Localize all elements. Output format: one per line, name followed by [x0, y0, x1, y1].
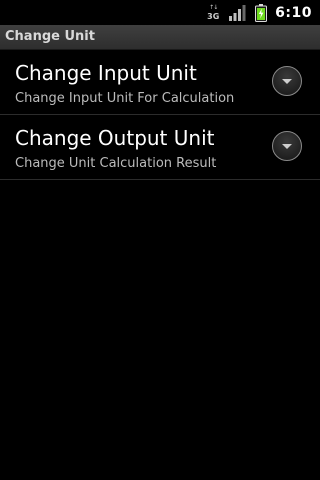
page-title: Change Unit: [5, 29, 95, 44]
preference-title: Change Output Unit: [15, 126, 215, 150]
status-clock: 6:10: [275, 4, 312, 21]
network-arrows: ↑↓: [209, 3, 218, 11]
battery-charging-icon: [255, 3, 268, 22]
status-icons: ↑↓ 3G 6:10: [207, 0, 312, 25]
signal-bars-icon: [229, 4, 246, 21]
output-unit-dropdown-button[interactable]: [272, 131, 302, 161]
status-bar: ↑↓ 3G 6:10: [0, 0, 320, 25]
network-3g-icon: ↑↓ 3G: [207, 4, 219, 22]
network-type-label: 3G: [207, 11, 220, 21]
preference-summary: Change Unit Calculation Result: [15, 156, 217, 171]
title-bar: Change Unit: [0, 25, 320, 50]
preference-change-output-unit[interactable]: Change Output Unit Change Unit Calculati…: [0, 115, 320, 180]
preference-list: Change Input Unit Change Input Unit For …: [0, 50, 320, 180]
chevron-down-icon: [282, 79, 292, 84]
preference-title: Change Input Unit: [15, 61, 197, 85]
input-unit-dropdown-button[interactable]: [272, 66, 302, 96]
preference-change-input-unit[interactable]: Change Input Unit Change Input Unit For …: [0, 50, 320, 115]
chevron-down-icon: [282, 144, 292, 149]
preference-summary: Change Input Unit For Calculation: [15, 91, 235, 106]
